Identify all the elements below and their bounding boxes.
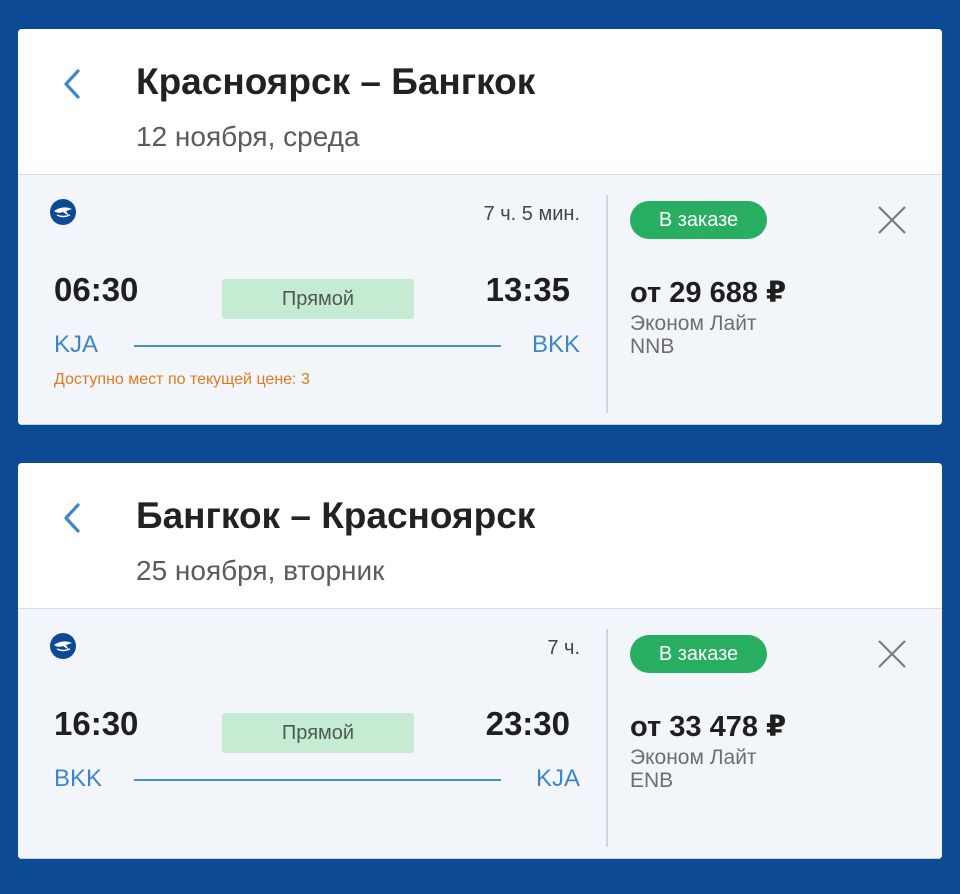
airline-logo-icon [50,633,76,659]
price: от 33 478 ₽ [630,711,787,743]
route-title: Бангкок – Красноярск [136,495,536,536]
direct-flight-badge: Прямой [222,713,414,753]
flight-header: Красноярск – Бангкок 12 ноября, среда [18,29,942,174]
flight-duration: 7 ч. 5 мин. [483,203,580,225]
flight-card[interactable]: 7 ч. 5 мин. 06:30 Прямой 13:35 KJA BKK Д… [18,174,942,425]
direct-flight-badge: Прямой [222,279,414,319]
departure-time: 16:30 [54,705,139,742]
route-line [134,779,501,781]
seats-available-note: Доступно мест по текущей цене: 3 [54,371,310,388]
airline-logo-icon [50,199,76,225]
card-divider [606,629,608,847]
price: от 29 688 ₽ [630,277,787,309]
arrival-airport-code: KJA [535,765,580,792]
departure-airport-code: KJA [54,331,99,358]
fare-class: Эконом Лайт [630,746,757,769]
departure-time: 06:30 [54,271,139,308]
status-badge: В заказе [630,635,767,673]
status-badge: В заказе [630,201,767,239]
arrival-time: 13:35 [485,271,570,308]
close-icon[interactable] [874,202,910,238]
close-icon[interactable] [874,636,910,672]
fare-code: ENB [630,769,674,792]
arrival-airport-code: BKK [531,331,580,358]
card-divider [606,195,608,413]
flight-card[interactable]: 7 ч. 16:30 Прямой 23:30 BKK KJA В заказе… [18,608,942,859]
fare-code: NNB [630,335,675,358]
route-title: Красноярск – Бангкок [136,61,536,102]
chevron-left-icon[interactable] [56,67,90,101]
flight-panel-return: Бангкок – Красноярск 25 ноября, вторник … [18,463,942,859]
route-date: 12 ноября, среда [136,121,360,152]
flight-panel-outbound: Красноярск – Бангкок 12 ноября, среда 7 … [18,29,942,425]
fare-class: Эконом Лайт [630,312,757,335]
departure-airport-code: BKK [54,765,103,792]
route-date: 25 ноября, вторник [136,555,385,586]
chevron-left-icon[interactable] [56,501,90,535]
route-line [134,345,501,347]
flight-duration: 7 ч. [547,637,580,659]
flight-header: Бангкок – Красноярск 25 ноября, вторник [18,463,942,608]
arrival-time: 23:30 [485,705,570,742]
